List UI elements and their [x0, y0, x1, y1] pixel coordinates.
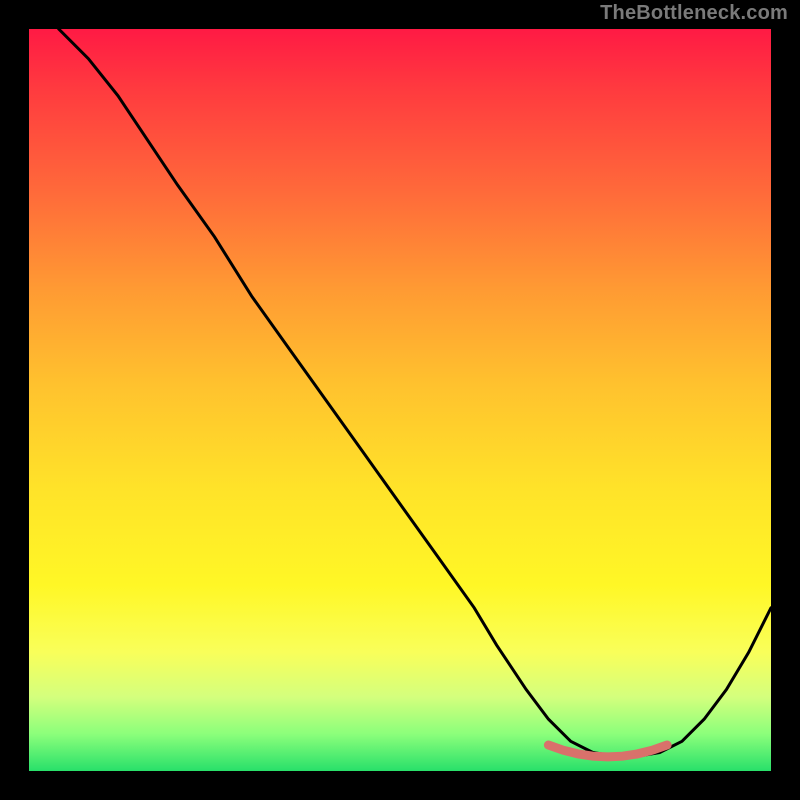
optimal-zone-marker: [548, 745, 667, 757]
bottleneck-curve: [59, 29, 771, 756]
chart-container: TheBottleneck.com: [0, 0, 800, 800]
plot-area: [29, 29, 771, 771]
attribution-label: TheBottleneck.com: [600, 2, 788, 25]
chart-svg: [29, 29, 771, 771]
